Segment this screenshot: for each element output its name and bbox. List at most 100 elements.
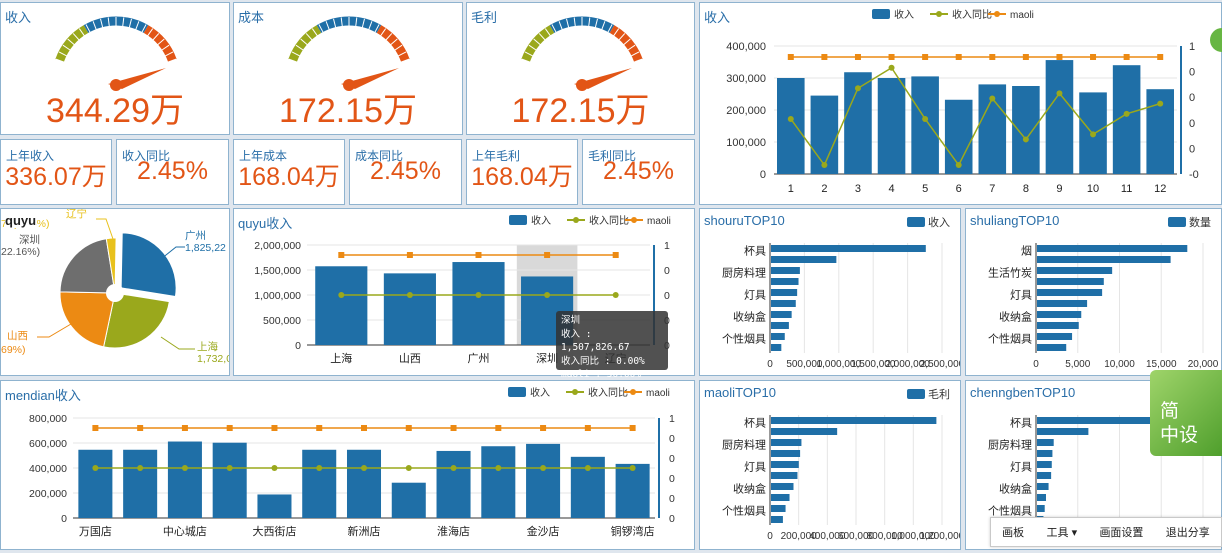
line-point bbox=[1123, 110, 1130, 117]
toolbar-tools-button[interactable]: 工具 ▾ bbox=[1047, 524, 1078, 540]
gauge-value: 344.29万 bbox=[46, 92, 184, 130]
legend-swatch bbox=[1168, 217, 1186, 227]
bar bbox=[771, 344, 782, 351]
top10-bar-chart: 0 5,000 10,000 15,000 20,000 烟生活竹炭灯具收纳盒个性烟具 数量 bbox=[988, 216, 1219, 370]
legend-swatch bbox=[907, 389, 925, 399]
bar bbox=[452, 262, 505, 345]
x-tick-label: 上海 bbox=[330, 351, 352, 365]
y-tick-label: 灯具 bbox=[1010, 461, 1032, 474]
chart-tooltip: 深圳 收入 : 1,507,826.67 收入同比 : 0.00% maoli … bbox=[556, 311, 668, 380]
toolbar-board-button[interactable]: 画板 bbox=[1002, 524, 1024, 540]
top10-bar-chart: 0 500,0001,000,0001,500,0002,000,0002,500… bbox=[722, 215, 960, 370]
bar bbox=[771, 289, 798, 296]
legend-marker bbox=[994, 11, 1000, 17]
top10-panel-quantity: shuliangTOP10 0 5,000 10,000 15,000 20,000 烟生… bbox=[965, 208, 1222, 376]
y-tick-label: 厨房料理 bbox=[722, 438, 766, 452]
y-tick-label: 2,000,000 bbox=[254, 240, 301, 252]
bar bbox=[1037, 461, 1052, 468]
gauge-arc bbox=[609, 25, 643, 63]
bar bbox=[771, 450, 801, 457]
gauge-panel-profit: 毛利 172.15万 ⌃ bbox=[466, 2, 695, 135]
y2-tick-label: 0 bbox=[669, 433, 675, 445]
kpi-tile: 成本同比 2.45% bbox=[349, 139, 462, 205]
bar bbox=[771, 300, 796, 307]
pie-label: 1,732,0 bbox=[197, 353, 230, 365]
x-tick-label: 新洲店 bbox=[348, 524, 381, 538]
bar bbox=[771, 311, 792, 318]
line-point bbox=[495, 425, 502, 431]
brand-badge[interactable]: 简 中设 bbox=[1150, 370, 1222, 456]
line-point bbox=[989, 95, 996, 102]
kpi-value: 2.45% bbox=[603, 157, 674, 185]
top10-panel-revenue: shouruTOP10 0 500,000 1,000,000 1,500,000 2,… bbox=[699, 208, 961, 376]
x-tick-label: 10,000 bbox=[1104, 359, 1135, 370]
gauge-arc bbox=[143, 25, 177, 63]
bar bbox=[771, 256, 837, 263]
x-tick-label: 0 bbox=[767, 531, 773, 542]
pie-label: 山西 bbox=[7, 330, 28, 342]
mendian-panel: mendian收入 800,000 600,000 400,000 200,000 0 1… bbox=[0, 380, 695, 550]
legend-label: 收入 bbox=[894, 8, 914, 21]
legend-marker bbox=[631, 217, 637, 223]
pie-label: 22.16%) bbox=[1, 246, 40, 258]
line-point bbox=[181, 425, 188, 431]
y2-tick-label: 1 bbox=[1189, 41, 1195, 53]
gauge-arc bbox=[376, 25, 410, 63]
kpi-tile: 上年收入 336.07万 bbox=[0, 139, 112, 205]
line-point bbox=[181, 465, 188, 471]
legend-swatch bbox=[872, 9, 890, 19]
line-point bbox=[271, 425, 278, 431]
line-point bbox=[544, 292, 551, 298]
y2-tick-label: 0 bbox=[669, 493, 675, 505]
bar bbox=[315, 266, 368, 345]
y-tick-label: 个性烟具 bbox=[988, 332, 1032, 346]
kpi-value: 336.07万 bbox=[5, 163, 107, 191]
legend-marker bbox=[572, 389, 578, 395]
bar bbox=[383, 273, 436, 345]
x-tick-label: 1,200,000 bbox=[920, 531, 961, 542]
tooltip-title: 深圳 bbox=[561, 315, 581, 326]
y-tick-label: 0 bbox=[760, 169, 766, 181]
x-tick-label: 1 bbox=[788, 183, 794, 195]
y-tick-label: 厨房料理 bbox=[722, 266, 766, 280]
line-point bbox=[955, 54, 962, 60]
y-tick-label: 1,000,000 bbox=[254, 290, 301, 302]
legend-marker bbox=[573, 217, 579, 223]
y2-tick-label: 0 bbox=[1189, 143, 1195, 155]
x-tick-label: 万国店 bbox=[79, 524, 112, 538]
line-point bbox=[475, 292, 482, 298]
bar bbox=[1037, 344, 1067, 351]
line-point bbox=[787, 54, 794, 60]
y-tick-label: 杯具 bbox=[744, 244, 766, 258]
x-tick-label: 0 bbox=[1033, 359, 1039, 370]
kpi-value: 2.45% bbox=[370, 157, 441, 185]
y-tick-label: 灯具 bbox=[744, 461, 766, 474]
x-tick-label: 5,000 bbox=[1065, 359, 1090, 370]
bar bbox=[1037, 439, 1054, 446]
toolbar-exit-share-button[interactable]: 退出分享 bbox=[1166, 524, 1210, 540]
line-point bbox=[544, 252, 551, 258]
toolbar-screen-settings-button[interactable]: 画面设置 bbox=[1099, 524, 1143, 540]
bar bbox=[777, 78, 805, 174]
pie-leader-line bbox=[37, 323, 72, 338]
pie-hole bbox=[106, 284, 124, 302]
bar bbox=[526, 443, 561, 518]
pie-slice bbox=[59, 238, 116, 294]
line-point bbox=[226, 465, 233, 471]
bar bbox=[911, 76, 939, 174]
pie-label: 上海 bbox=[197, 340, 218, 353]
bar bbox=[78, 449, 113, 518]
tooltip-line: maoli : 50.00% bbox=[561, 369, 642, 380]
line-point bbox=[629, 465, 636, 471]
gauge-panel-revenue: 收入 344.29万 bbox=[0, 2, 230, 135]
bar bbox=[257, 494, 292, 518]
bottom-toolbar: 画板 工具 ▾ 画面设置 退出分享 bbox=[990, 517, 1222, 547]
line-point bbox=[361, 465, 367, 471]
kpi-tile: 上年成本 168.04万 bbox=[233, 139, 345, 205]
bar bbox=[771, 278, 799, 285]
y-tick-label: 400,000 bbox=[29, 463, 67, 475]
x-tick-label: 中心城店 bbox=[163, 524, 207, 538]
bar bbox=[1012, 86, 1040, 174]
bar bbox=[771, 483, 794, 490]
bar bbox=[771, 472, 798, 479]
